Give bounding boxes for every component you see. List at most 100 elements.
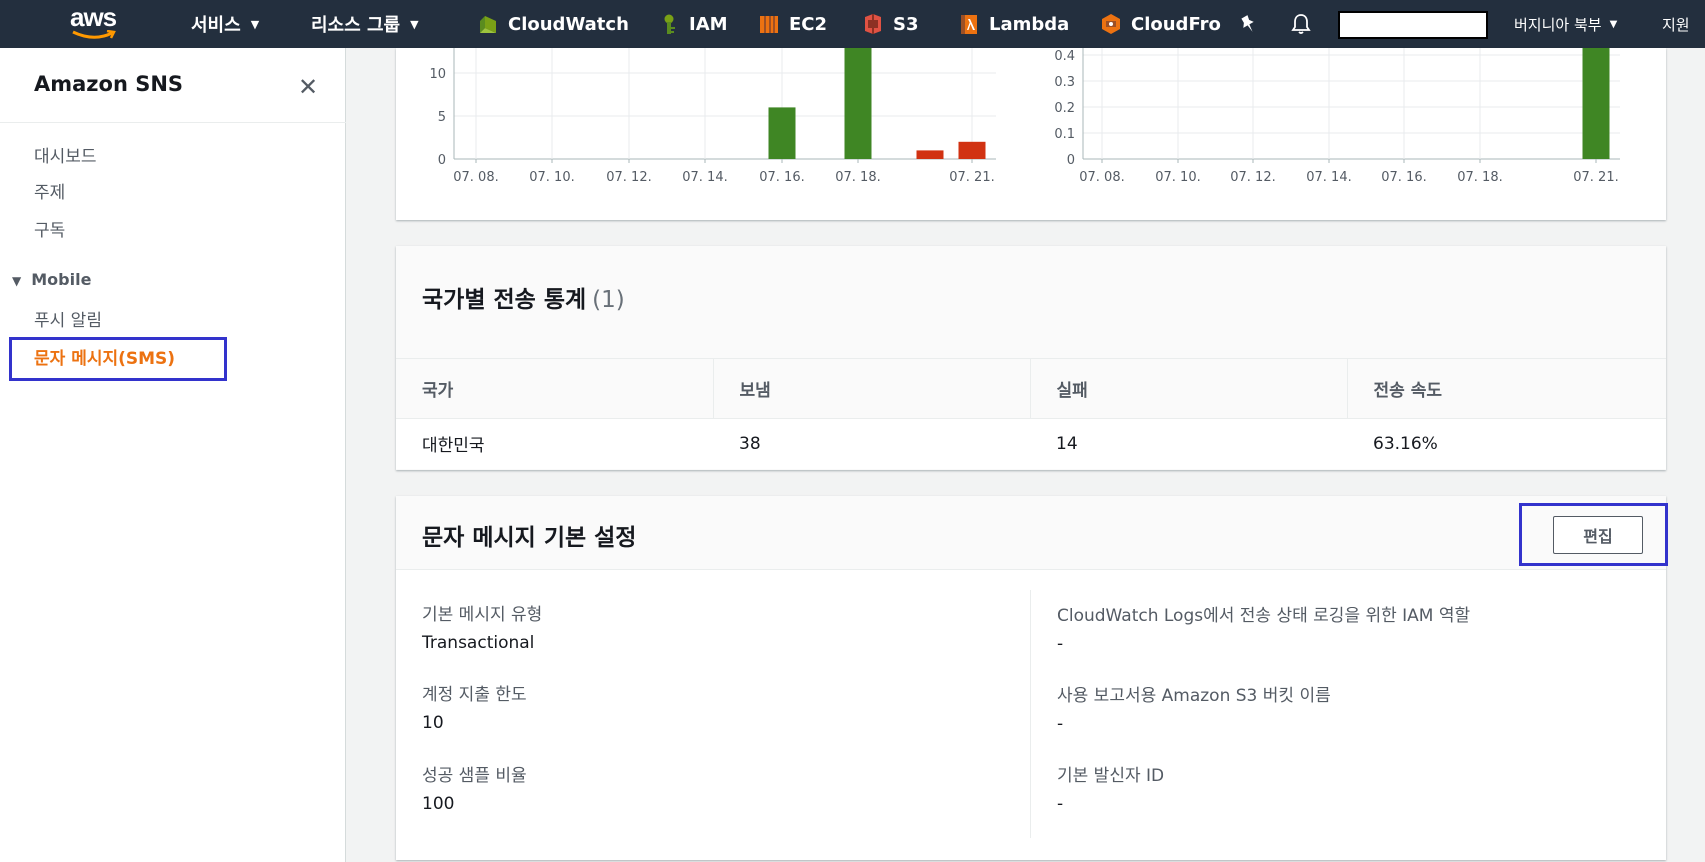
shortcut-cloudwatch[interactable]: CloudWatch: [477, 0, 629, 48]
x-tick-label: 07. 21.: [949, 170, 994, 185]
cell-delivery-rate: 63.16%: [1347, 418, 1666, 469]
y-tick-label: 0: [438, 153, 446, 168]
s3-icon: [865, 14, 881, 34]
sidebar-item-dashboard[interactable]: 대시보드: [34, 142, 97, 167]
column-header-failed[interactable]: 실패: [1029, 358, 1347, 419]
resource-groups-menu[interactable]: 리소스 그룹 ▼: [311, 0, 419, 48]
y-tick-label: 5: [438, 110, 446, 125]
default-sender-id-value: -: [1057, 794, 1064, 814]
delivery-charts-panel: 0 5 10 07. 08. 07. 10. 07. 12. 07. 14. 07. 16. 0…: [396, 48, 1666, 220]
chart-bar: [916, 150, 944, 159]
charts-canvas: 0 5 10 07. 08. 07. 10. 07. 12. 07. 14. 07. 16. 0…: [429, 48, 1620, 185]
sms-settings-panel: 문자 메시지 기본 설정 편집 기본 메시지 유형 Transactional …: [396, 496, 1668, 860]
x-tick-label: 07. 18.: [835, 170, 880, 185]
y-tick-label: 0.1: [1054, 127, 1075, 142]
pin-icon[interactable]: [1237, 13, 1259, 35]
highlight-box: [9, 337, 227, 381]
s3-bucket-value: -: [1057, 714, 1064, 734]
shortcut-lambda[interactable]: Lambda: [958, 0, 1069, 48]
chart-bar: [1582, 48, 1610, 159]
account-spend-limit-value: 10: [422, 713, 444, 733]
country-stats-title: 국가별 전송 통계 (1): [422, 280, 625, 314]
shortcut-label: Lambda: [989, 13, 1070, 35]
chart-bar: [768, 107, 796, 159]
shortcut-cloudfront[interactable]: CloudFro: [1100, 0, 1221, 48]
x-tick-label: 07. 10.: [529, 170, 574, 185]
support-label: 지원: [1662, 15, 1690, 34]
chevron-down-icon: ▼: [410, 17, 419, 31]
default-message-type-value: Transactional: [422, 633, 535, 653]
support-menu[interactable]: 지원: [1662, 0, 1690, 48]
sms-settings-header: 문자 메시지 기본 설정 편집: [396, 496, 1668, 570]
shortcut-label: CloudWatch: [508, 13, 629, 35]
region-selector[interactable]: 버지니아 북부 ▼: [1514, 0, 1617, 48]
shortcut-s3[interactable]: S3: [862, 0, 919, 48]
sidebar-section-mobile[interactable]: ▼ Mobile: [12, 270, 91, 289]
country-stats-panel: 국가별 전송 통계 (1) 국가 보냄 실패 전송 속도 대한민국 38 14 6…: [396, 246, 1666, 470]
column-divider: [1030, 590, 1031, 838]
close-icon[interactable]: ✕: [298, 75, 318, 99]
cell-failed: 14: [1030, 418, 1347, 469]
x-tick-label: 07. 14.: [682, 170, 727, 185]
cloudwatch-icon: [480, 16, 496, 33]
resource-groups-menu-label: 리소스 그룹: [311, 15, 401, 36]
account-menu[interactable]: [1338, 11, 1488, 39]
sidebar-item-push-notifications[interactable]: 푸시 알림: [34, 306, 102, 331]
table-row: 대한민국 38 14 63.16%: [396, 418, 1666, 469]
y-tick-label: 0: [1067, 153, 1075, 168]
shortcut-label: CloudFro: [1131, 13, 1221, 35]
y-tick-label: 0.3: [1054, 75, 1075, 90]
iam-role-label: CloudWatch Logs에서 전송 상태 로깅을 위한 IAM 역할: [1057, 606, 1471, 626]
column-header-sent[interactable]: 보냄: [712, 358, 1030, 419]
chevron-down-icon: ▼: [250, 17, 260, 31]
sidebar-item-topics[interactable]: 주제: [34, 178, 65, 203]
cell-country: 대한민국: [396, 418, 713, 469]
column-header-country[interactable]: 국가: [396, 358, 713, 419]
sidebar-item-subscriptions[interactable]: 구독: [34, 216, 65, 241]
y-tick-label: 10: [429, 67, 446, 82]
ec2-icon: [760, 16, 778, 33]
country-stats-table: 국가 보냄 실패 전송 속도 대한민국 38 14 63.16%: [396, 358, 1666, 469]
sidebar-title: Amazon SNS: [34, 72, 184, 96]
chevron-down-icon: ▼: [1609, 18, 1618, 30]
x-tick-label: 07. 18.: [1457, 170, 1502, 185]
shortcut-label: EC2: [789, 13, 828, 35]
country-stats-title-text: 국가별 전송 통계: [422, 287, 587, 313]
column-header-delivery-rate[interactable]: 전송 속도: [1346, 358, 1666, 419]
shortcut-label: S3: [893, 13, 919, 35]
iam-role-value: -: [1057, 634, 1064, 654]
country-stats-count: (1): [592, 287, 625, 313]
y-tick-label: 0.4: [1054, 49, 1075, 64]
highlight-box: [1519, 503, 1668, 566]
x-tick-label: 07. 10.: [1155, 170, 1200, 185]
sms-settings-title: 문자 메시지 기본 설정: [422, 525, 637, 551]
aws-logo-text: aws: [70, 2, 117, 32]
y-tick-label: 0.2: [1054, 101, 1075, 116]
x-tick-label: 07. 08.: [1079, 170, 1124, 185]
sidebar-divider: [0, 122, 346, 123]
chart-bar: [844, 48, 872, 159]
sidebar: Amazon SNS ✕ 대시보드 주제 구독 ▼ Mobile 푸시 알림 문자…: [0, 48, 346, 862]
caret-down-icon: ▼: [12, 274, 22, 288]
x-tick-label: 07. 12.: [606, 170, 651, 185]
aws-logo[interactable]: aws: [70, 4, 130, 44]
x-tick-label: 07. 14.: [1306, 170, 1351, 185]
services-menu[interactable]: 서비스 ▼: [191, 0, 259, 48]
shortcut-label: IAM: [689, 13, 728, 35]
lambda-icon: [961, 15, 977, 34]
x-tick-label: 07. 16.: [759, 170, 804, 185]
table-header-row: 국가 보냄 실패 전송 속도: [396, 358, 1666, 419]
shortcut-ec2[interactable]: EC2: [758, 0, 827, 48]
region-label: 버지니아 북부: [1514, 15, 1602, 34]
success-sample-rate-value: 100: [422, 794, 455, 814]
bell-icon[interactable]: [1289, 12, 1313, 36]
iam-icon: [664, 14, 675, 34]
chart-bar: [958, 141, 986, 159]
success-sample-rate-label: 성공 샘플 비율: [422, 766, 527, 786]
x-tick-label: 07. 16.: [1381, 170, 1426, 185]
default-message-type-label: 기본 메시지 유형: [422, 605, 543, 625]
shortcut-iam[interactable]: IAM: [658, 0, 728, 48]
top-navigation-bar: aws 서비스 ▼ 리소스 그룹 ▼ CloudWatch IAM EC2 S3…: [0, 0, 1705, 48]
sidebar-section-label: Mobile: [31, 270, 92, 289]
default-sender-id-label: 기본 발신자 ID: [1057, 766, 1165, 786]
